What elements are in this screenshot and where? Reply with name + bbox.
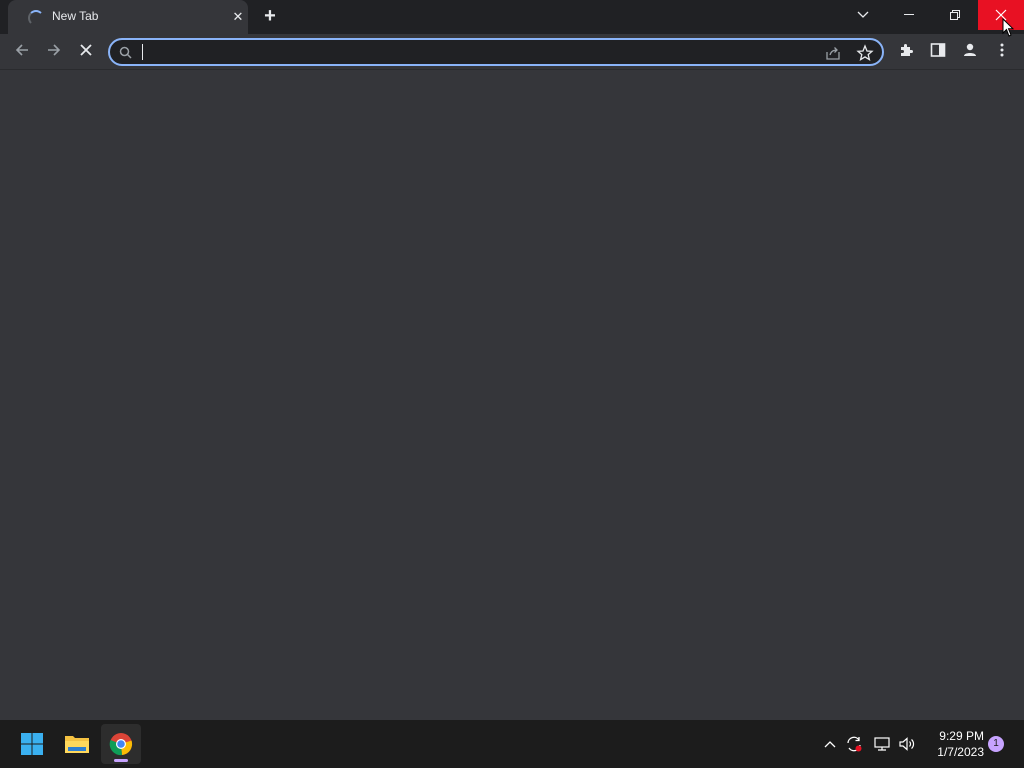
search-icon: [119, 46, 132, 59]
arrow-right-icon: [48, 44, 61, 56]
clock-date: 1/7/2023: [937, 745, 984, 759]
loading-spinner-icon: [28, 10, 44, 26]
browser-toolbar: [0, 34, 1024, 70]
address-bar[interactable]: [108, 38, 884, 66]
extensions-button[interactable]: [892, 36, 920, 64]
side-panel-icon: [930, 43, 946, 57]
arrow-left-icon: [15, 44, 28, 56]
tab-strip: New Tab ✕ +: [0, 0, 1024, 34]
network-tray-button[interactable]: [872, 732, 892, 756]
clock-time: 9:29 PM: [939, 729, 984, 743]
new-tab-button[interactable]: +: [259, 6, 281, 28]
browser-menu-button[interactable]: [988, 36, 1016, 64]
minimize-button[interactable]: [886, 0, 932, 30]
mouse-cursor-icon: [1002, 18, 1014, 37]
sync-tray-button[interactable]: [844, 732, 864, 756]
text-caret: [142, 44, 143, 60]
active-app-indicator: [114, 759, 128, 762]
speaker-icon: [899, 737, 915, 751]
share-icon[interactable]: [824, 44, 842, 62]
puzzle-icon: [901, 44, 913, 56]
show-hidden-icons-button[interactable]: [820, 732, 840, 756]
page-content: [0, 71, 1024, 720]
profile-button[interactable]: [956, 36, 984, 64]
tab-title: New Tab: [52, 9, 99, 23]
restore-button[interactable]: [932, 0, 978, 30]
restore-icon: [950, 10, 960, 20]
chrome-logo-icon: [109, 733, 133, 756]
forward-button[interactable]: [40, 36, 68, 64]
sync-icon: [847, 736, 862, 752]
taskbar: 9:29 PM 1/7/2023 1: [0, 720, 1024, 768]
side-panel-button[interactable]: [924, 36, 952, 64]
file-explorer-button[interactable]: [57, 724, 97, 764]
person-icon: [964, 43, 976, 56]
folder-icon: [65, 736, 89, 753]
bookmark-star-icon[interactable]: [856, 44, 874, 62]
close-window-button[interactable]: [978, 0, 1024, 30]
windows-logo-icon: [21, 733, 43, 755]
chrome-taskbar-button[interactable]: [101, 724, 141, 764]
start-button[interactable]: [12, 724, 52, 764]
back-button[interactable]: [8, 36, 36, 64]
network-icon: [874, 737, 890, 751]
close-icon: [80, 44, 92, 56]
chevron-up-icon: [824, 741, 836, 748]
tab-search-button[interactable]: [840, 0, 886, 30]
minimize-icon: [904, 14, 914, 15]
stop-loading-button[interactable]: [72, 36, 100, 64]
more-vertical-icon: [1000, 43, 1004, 57]
system-clock[interactable]: 9:29 PM 1/7/2023: [922, 728, 984, 760]
volume-tray-button[interactable]: [897, 732, 917, 756]
tab-new-tab[interactable]: New Tab ✕: [8, 0, 248, 34]
address-input[interactable]: [140, 43, 800, 61]
notification-badge[interactable]: 1: [988, 736, 1004, 752]
tab-close-button[interactable]: ✕: [230, 9, 246, 25]
chevron-down-icon: [857, 11, 869, 18]
